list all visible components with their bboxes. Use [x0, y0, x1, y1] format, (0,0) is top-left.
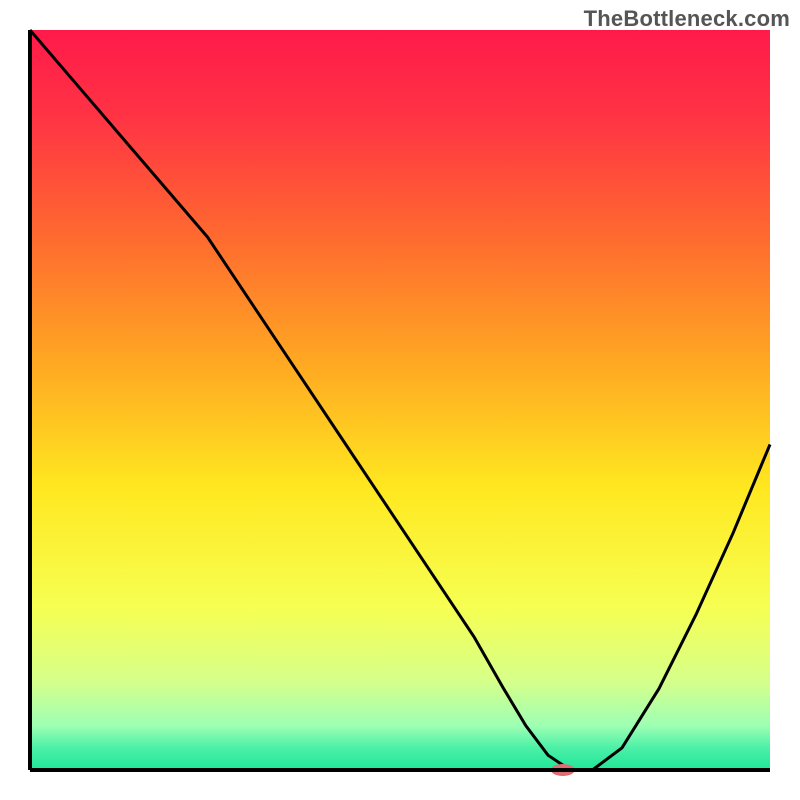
bottleneck-chart: TheBottleneck.com	[0, 0, 800, 800]
gradient-background	[30, 30, 770, 770]
plot-svg	[0, 0, 800, 800]
watermark-text: TheBottleneck.com	[584, 6, 790, 32]
